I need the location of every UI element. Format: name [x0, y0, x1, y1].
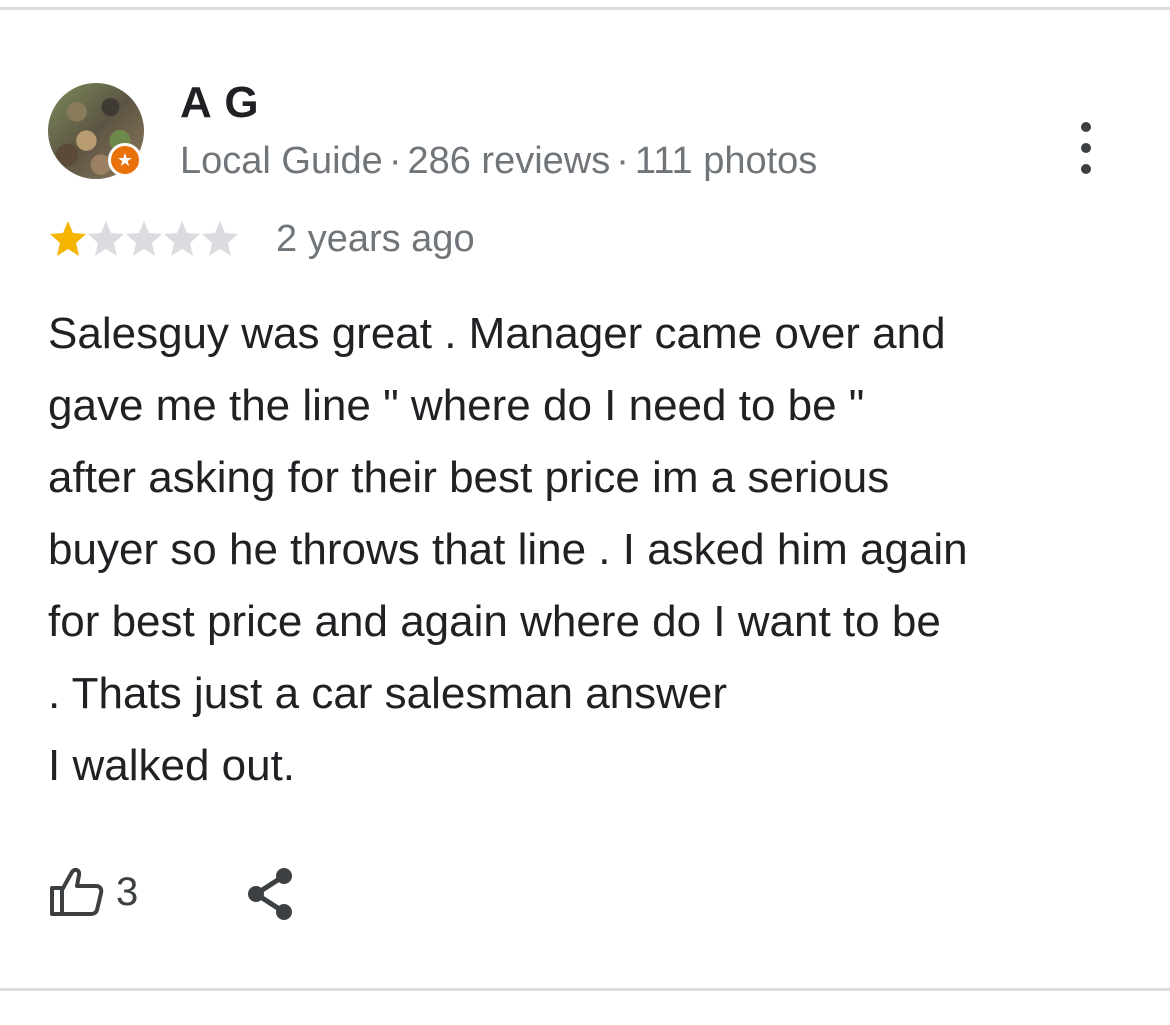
- review-text: Salesguy was great . Manager came over a…: [48, 298, 1148, 802]
- review-text-line: gave me the line " where do I need to be…: [48, 381, 865, 430]
- reviewer-level: Local Guide: [180, 140, 383, 182]
- star-filled-icon: [50, 221, 86, 256]
- review-text-line: Salesguy was great . Manager came over a…: [48, 309, 946, 358]
- review-count: 286 reviews: [407, 140, 611, 182]
- meta-separator: ·: [616, 140, 629, 182]
- local-guide-badge-icon: ★: [108, 143, 142, 177]
- review-text-line: I walked out.: [48, 741, 296, 790]
- reviewer-meta: Local Guide · 286 reviews · 111 photos: [180, 140, 817, 183]
- more-options-button[interactable]: [1066, 118, 1106, 178]
- star-rating: [48, 218, 238, 258]
- star-empty-icon: [88, 221, 124, 256]
- review-text-line: buyer so he throws that line . I asked h…: [48, 525, 968, 574]
- review-text-line: for best price and again where do I want…: [48, 597, 941, 646]
- bottom-divider: [0, 988, 1170, 991]
- more-vert-icon-dot: [1081, 122, 1091, 132]
- star-empty-icon: [202, 221, 238, 256]
- meta-separator: ·: [388, 140, 402, 182]
- thumb-up-icon: [50, 867, 104, 916]
- reviewer-name[interactable]: A G: [180, 78, 260, 128]
- more-vert-icon-dot: [1081, 164, 1091, 174]
- share-icon[interactable]: [244, 866, 298, 922]
- photo-count: 111 photos: [634, 140, 818, 182]
- review-text-line: after asking for their best price im a s…: [48, 453, 890, 502]
- star-empty-icon: [164, 221, 200, 256]
- top-divider: [0, 7, 1170, 10]
- more-vert-icon-dot: [1081, 143, 1091, 153]
- like-count: 3: [116, 869, 139, 914]
- star-empty-icon: [126, 221, 162, 256]
- review-text-line: . Thats just a car salesman answer: [48, 669, 728, 718]
- review-time: 2 years ago: [276, 218, 475, 260]
- like-button[interactable]: 3: [48, 862, 138, 922]
